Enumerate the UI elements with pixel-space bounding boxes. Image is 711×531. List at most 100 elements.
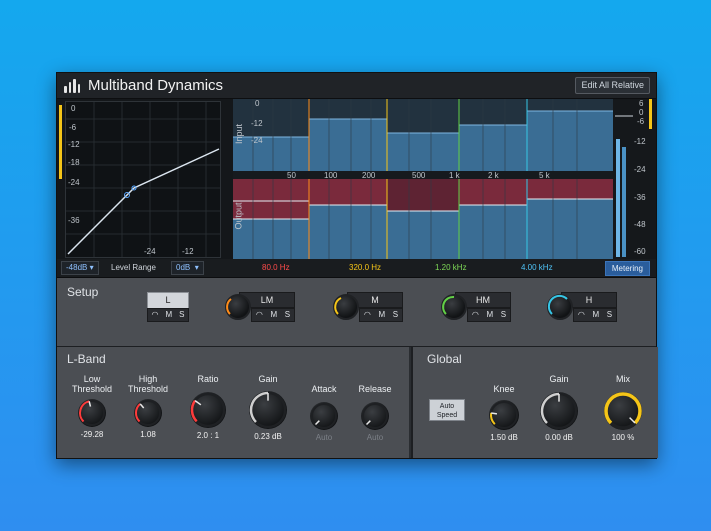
param-value: 100 % — [611, 433, 635, 442]
spectrum-display[interactable]: 0 -12 -24 Input Output 50 100 200 500 1 … — [233, 99, 613, 259]
l-band-title: L-Band — [67, 352, 106, 366]
curve-y-tick: -18 — [68, 158, 80, 167]
bypass-icon[interactable]: ◠ — [152, 309, 159, 321]
lband-knob-ratio[interactable] — [190, 392, 226, 428]
curve-y-tick: 0 — [71, 104, 76, 113]
multiband-dynamics-plugin: Multiband Dynamics Edit All Relative 0 -… — [56, 72, 658, 459]
freq-tick: 50 — [287, 171, 296, 180]
param-value: -29.28 — [80, 430, 104, 439]
display-area: 0 -6 -12 -18 -24 -36 -24 -12 0 -12 -24 I… — [57, 99, 656, 259]
metering-button[interactable]: Metering — [604, 261, 650, 276]
freq-tick: 2 k — [488, 171, 499, 180]
l-band-section: L-Band Low Threshold -29.28 High Threshol… — [57, 347, 409, 458]
level-range-low-dropdown[interactable]: -48dB ▾ — [61, 261, 99, 275]
output-label: Output — [233, 202, 244, 230]
global-knob-mix[interactable] — [604, 392, 642, 430]
band-m-group: M ◠ M S — [333, 288, 403, 328]
edit-all-relative-button[interactable]: Edit All Relative — [575, 77, 650, 94]
freq-tick: 100 — [324, 171, 338, 180]
setup-section: Setup L ◠ M S LM ◠ M S M ◠ M S HM ◠ M S … — [57, 278, 656, 347]
curve-y-tick: -24 — [68, 178, 80, 187]
curve-x-tick: -12 — [182, 247, 194, 256]
param-value: Auto — [366, 433, 384, 442]
param-value: 0.00 dB — [545, 433, 573, 442]
meter-tick: 6 — [639, 99, 644, 108]
param-value: 1.50 dB — [490, 433, 518, 442]
param-value: 2.0 : 1 — [196, 431, 220, 440]
bypass-icon[interactable]: ◠ — [256, 309, 263, 321]
meter-tick: -48 — [634, 220, 646, 229]
param-label: Knee — [493, 384, 515, 394]
solo-button[interactable]: S — [393, 309, 398, 321]
lband-knob-release[interactable] — [361, 402, 389, 430]
band-lm-knob[interactable] — [225, 294, 251, 320]
transfer-curve-graph[interactable]: 0 -6 -12 -18 -24 -36 -24 -12 — [65, 101, 221, 258]
chevron-down-icon: ▾ — [194, 263, 199, 272]
hm-crossover-freq[interactable]: 1.20 kHz — [435, 263, 467, 272]
freq-tick: 1 k — [449, 171, 460, 180]
lm-crossover-freq[interactable]: 80.0 Hz — [262, 263, 290, 272]
mute-button[interactable]: M — [270, 309, 277, 321]
band-hm-knob[interactable] — [441, 294, 467, 320]
curve-y-tick: -36 — [68, 216, 80, 225]
readout-strip: -48dB ▾ Level Range 0dB ▾ 80.0 Hz 320.0 … — [57, 259, 656, 278]
global-knob-knee[interactable] — [489, 400, 519, 430]
global-knob-gain[interactable] — [540, 392, 578, 430]
freq-tick: 500 — [412, 171, 426, 180]
auto-speed-button[interactable]: Auto Speed — [429, 399, 465, 421]
band-hm-controls: ◠ M S — [467, 308, 511, 322]
curve-y-tick: -12 — [68, 140, 80, 149]
lband-knob-gain[interactable] — [249, 391, 287, 429]
mute-button[interactable]: M — [378, 309, 385, 321]
curve-y-tick: -6 — [69, 123, 77, 132]
plugin-title: Multiband Dynamics — [88, 77, 224, 94]
band-lm-controls: ◠ M S — [251, 308, 295, 322]
output-level-indicator — [59, 105, 62, 179]
curve-x-tick: -24 — [144, 247, 156, 256]
m-crossover-freq[interactable]: 320.0 Hz — [349, 263, 381, 272]
lband-knob-high-threshold[interactable] — [134, 399, 162, 427]
meter-tick: -6 — [637, 117, 645, 126]
range-high-value: 0dB — [176, 263, 191, 272]
spectrum-db-tick: -24 — [251, 136, 263, 145]
presonus-logo-icon — [64, 79, 80, 93]
meter-tick: -36 — [634, 193, 646, 202]
lband-knob-low-threshold[interactable] — [78, 399, 106, 427]
param-label: Gain — [258, 374, 278, 384]
level-range-high-dropdown[interactable]: 0dB ▾ — [171, 261, 204, 275]
band-h-group: H ◠ M S — [547, 288, 617, 328]
global-title: Global — [427, 352, 462, 366]
h-crossover-freq[interactable]: 4.00 kHz — [521, 263, 553, 272]
lband-param-gain: Gain 0.23 dB — [243, 374, 293, 441]
lband-param-attack: Attack Auto — [303, 384, 345, 442]
freq-tick: 200 — [362, 171, 376, 180]
mute-button[interactable]: M — [592, 309, 599, 321]
transfer-curve-svg — [66, 102, 220, 257]
solo-button[interactable]: S — [285, 309, 290, 321]
bypass-icon[interactable]: ◠ — [472, 309, 479, 321]
band-h-controls: ◠ M S — [573, 308, 617, 322]
spectrum-db-tick: 0 — [255, 99, 260, 108]
band-m-knob[interactable] — [333, 294, 359, 320]
lband-param-release: Release Auto — [353, 384, 397, 442]
bypass-icon[interactable]: ◠ — [364, 309, 371, 321]
freq-tick: 5 k — [539, 171, 550, 180]
level-range-label: Level Range — [111, 263, 156, 272]
lband-knob-attack[interactable] — [310, 402, 338, 430]
mute-button[interactable]: M — [486, 309, 493, 321]
solo-button[interactable]: S — [179, 309, 184, 321]
setup-title: Setup — [67, 285, 99, 299]
band-hm-group: HM ◠ M S — [441, 288, 511, 328]
band-h-knob[interactable] — [547, 294, 573, 320]
meter-tick: 0 — [639, 108, 644, 117]
bypass-icon[interactable]: ◠ — [578, 309, 585, 321]
mute-button[interactable]: M — [165, 309, 172, 321]
solo-button[interactable]: S — [607, 309, 612, 321]
plugin-header: Multiband Dynamics Edit All Relative — [57, 73, 656, 99]
band-l-controls: ◠ M S — [147, 308, 189, 322]
band-lm-group: LM ◠ M S — [225, 288, 295, 328]
solo-button[interactable]: S — [501, 309, 506, 321]
param-value: 0.23 dB — [254, 432, 282, 441]
param-label: Ratio — [197, 374, 219, 384]
meter-tick: -12 — [634, 137, 646, 146]
